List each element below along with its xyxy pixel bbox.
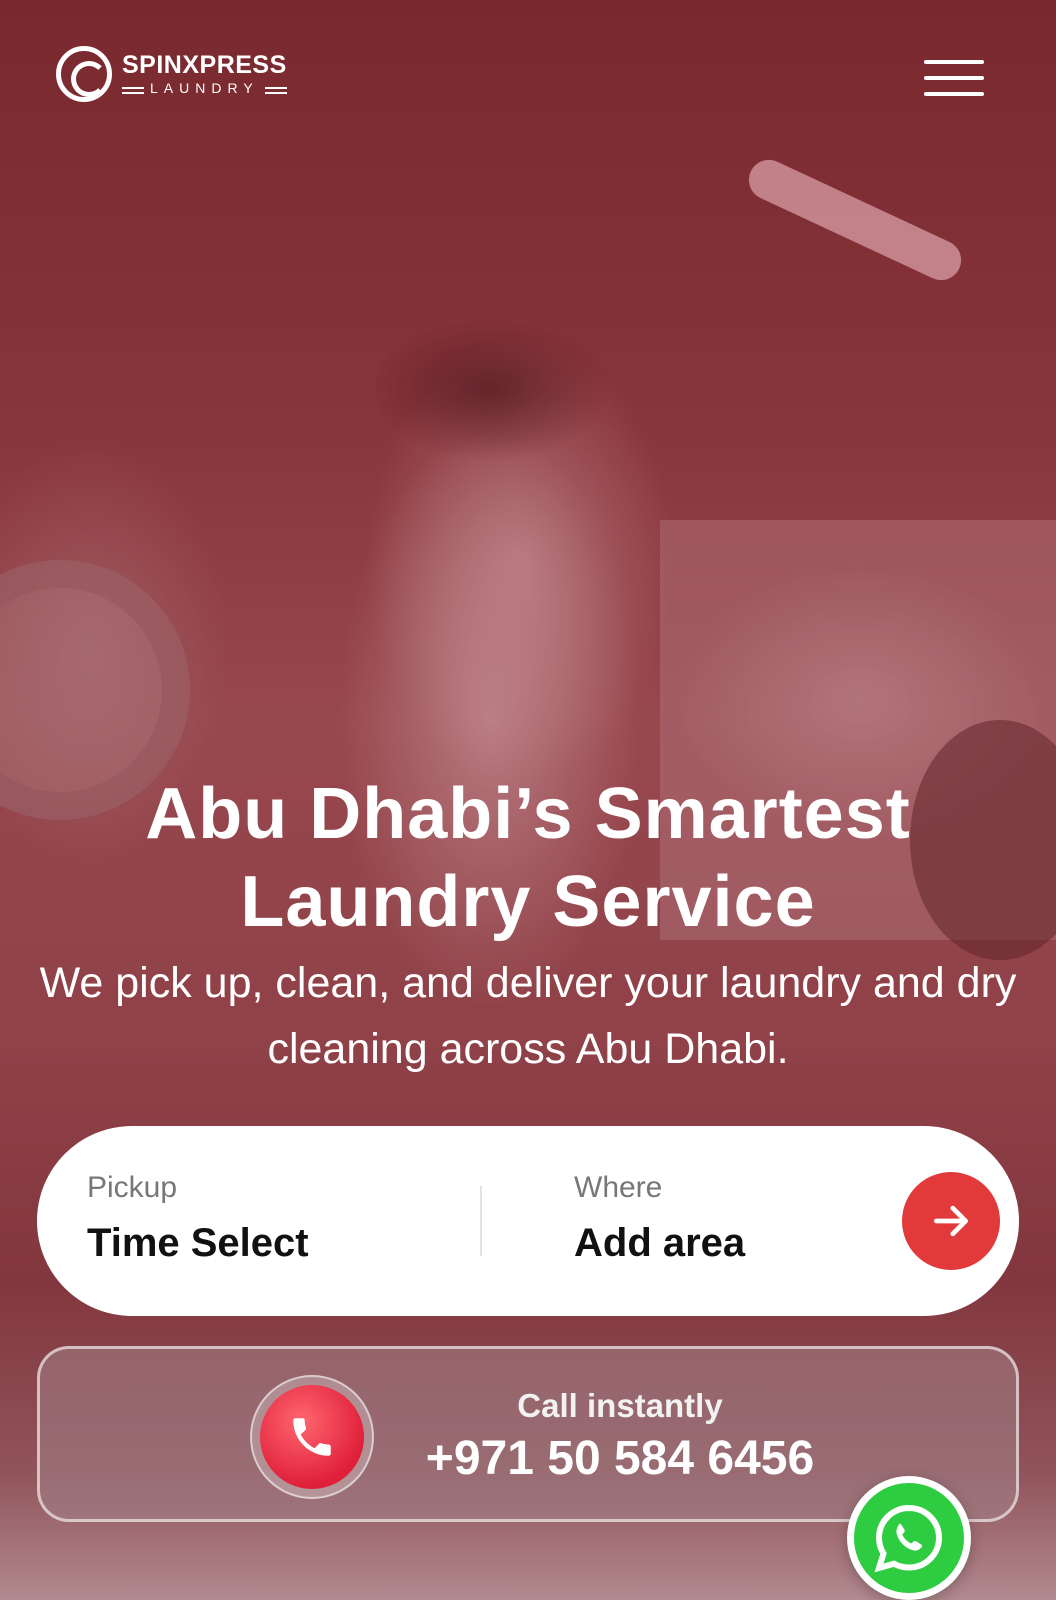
hero-title: Abu Dhabi’s Smartest Laundry Service xyxy=(0,770,1056,946)
where-label: Where xyxy=(574,1171,663,1204)
field-divider xyxy=(480,1186,482,1256)
arrow-right-icon xyxy=(933,1205,969,1237)
whatsapp-icon-bg xyxy=(854,1483,964,1593)
logo-bar-left xyxy=(122,87,144,89)
menu-line xyxy=(924,92,984,96)
area-field[interactable]: Where Add area xyxy=(574,1170,874,1268)
call-button[interactable] xyxy=(250,1375,374,1499)
whatsapp-button[interactable] xyxy=(847,1476,971,1600)
hero-title-line1: Abu Dhabi’s Smartest xyxy=(145,774,911,854)
hero-title-line2: Laundry Service xyxy=(240,862,816,942)
logo-subname: LAUNDRY xyxy=(122,81,287,95)
phone-number-link[interactable]: +971 50 584 6456 xyxy=(390,1429,850,1489)
spin-logo-icon xyxy=(56,46,112,102)
search-submit-button[interactable] xyxy=(902,1172,1000,1270)
logo-subname-text: LAUNDRY xyxy=(150,80,259,96)
menu-line xyxy=(924,76,984,80)
pickup-value: Time Select xyxy=(87,1221,309,1265)
where-value: Add area xyxy=(574,1221,746,1265)
phone-icon xyxy=(293,1418,331,1456)
call-button-inner xyxy=(260,1385,364,1489)
site-header: SPINXPRESS LAUNDRY xyxy=(0,0,1056,160)
brand-logo[interactable]: SPINXPRESS LAUNDRY xyxy=(56,46,287,102)
hamburger-menu-icon[interactable] xyxy=(924,60,984,96)
logo-bar-right xyxy=(264,87,287,89)
logo-wordmark: SPINXPRESS LAUNDRY xyxy=(122,53,287,95)
call-label: Call instantly xyxy=(517,1387,723,1424)
hero-subtitle: We pick up, clean, and deliver your laun… xyxy=(39,959,1017,1073)
menu-line xyxy=(924,60,984,64)
pickup-label: Pickup xyxy=(87,1171,178,1204)
pickup-time-field[interactable]: Pickup Time Select xyxy=(87,1170,427,1268)
booking-bar: Pickup Time Select Where Add area xyxy=(37,1126,1019,1316)
logo-name: SPINXPRESS xyxy=(122,51,287,79)
whatsapp-icon xyxy=(874,1504,943,1573)
